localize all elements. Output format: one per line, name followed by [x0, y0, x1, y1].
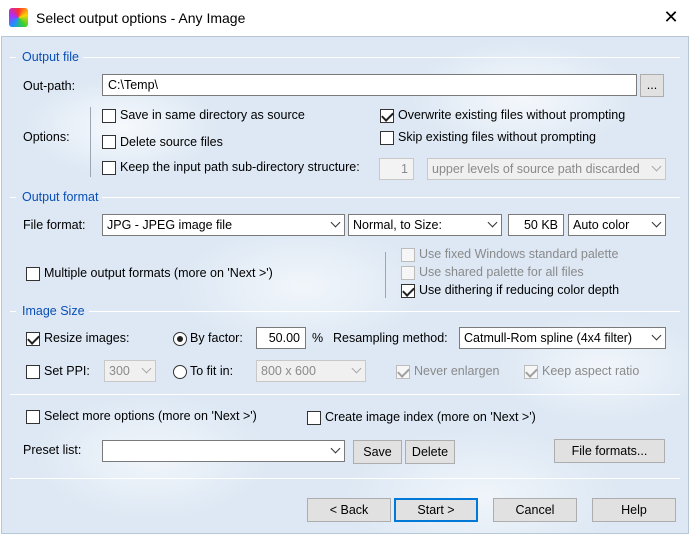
levels-dropdown[interactable]: upper levels of source path discarded	[427, 158, 666, 180]
by-factor-label: By factor:	[190, 331, 243, 345]
levels-dropdown-value: upper levels of source path discarded	[432, 162, 640, 176]
factor-input[interactable]: 50.00	[256, 327, 306, 349]
target-size-input[interactable]: 50 KB	[508, 214, 564, 236]
color-mode-dropdown[interactable]: Auto color	[568, 214, 666, 236]
title-bar: Select output options - Any Image ✕	[0, 0, 690, 36]
keep-aspect-checkbox[interactable]	[524, 365, 538, 379]
delete-source-label: Delete source files	[120, 135, 223, 149]
app-icon	[9, 8, 28, 27]
shared-palette-checkbox[interactable]	[401, 266, 415, 280]
footer-separator	[10, 478, 680, 479]
percent-label: %	[312, 331, 324, 345]
resampling-dropdown[interactable]: Catmull-Rom spline (4x4 filter)	[459, 327, 666, 349]
cancel-button[interactable]: Cancel	[493, 498, 577, 522]
levels-input[interactable]: 1	[379, 158, 414, 180]
preset-list-dropdown[interactable]	[102, 440, 345, 462]
file-format-value: JPG - JPEG image file	[107, 218, 233, 232]
delete-source-checkbox[interactable]	[102, 135, 116, 149]
create-index-checkbox[interactable]	[307, 411, 321, 425]
create-index-label: Create image index (more on 'Next >')	[325, 410, 536, 424]
resampling-value: Catmull-Rom spline (4x4 filter)	[464, 331, 633, 345]
palette-divider	[385, 252, 386, 298]
multiple-formats-checkbox[interactable]	[26, 267, 40, 281]
chevron-down-icon	[487, 217, 498, 228]
ppi-dropdown[interactable]: 300	[104, 360, 156, 382]
never-enlarge-label: Never enlargen	[414, 364, 500, 378]
more-options-checkbox[interactable]	[26, 410, 40, 424]
dialog-body: Output file Out-path: C:\Temp\ ... Optio…	[1, 36, 689, 534]
fit-size-value: 800 x 600	[261, 364, 316, 378]
back-button[interactable]: < Back	[307, 498, 391, 522]
color-mode-value: Auto color	[573, 218, 630, 232]
set-ppi-checkbox[interactable]	[26, 365, 40, 379]
overwrite-checkbox[interactable]	[380, 109, 394, 123]
fixed-palette-label: Use fixed Windows standard palette	[419, 247, 619, 261]
dithering-checkbox[interactable]	[401, 284, 415, 298]
save-same-dir-checkbox[interactable]	[102, 109, 116, 123]
options-label: Options:	[23, 130, 70, 144]
preset-delete-button[interactable]: Delete	[405, 440, 455, 464]
chevron-down-icon	[651, 330, 662, 341]
chevron-down-icon	[330, 217, 341, 228]
resize-images-checkbox[interactable]	[26, 332, 40, 346]
resize-images-label: Resize images:	[44, 331, 130, 345]
chevron-down-icon	[651, 161, 662, 172]
resampling-label: Resampling method:	[333, 331, 448, 345]
chevron-down-icon	[330, 443, 341, 454]
output-file-separator	[10, 57, 680, 58]
quality-mode-dropdown[interactable]: Normal, to Size:	[348, 214, 502, 236]
dialog-window: Select output options - Any Image ✕ Outp…	[0, 0, 690, 535]
more-options-label: Select more options (more on 'Next >')	[44, 409, 257, 423]
skip-existing-label: Skip existing files without prompting	[398, 130, 597, 144]
help-button[interactable]: Help	[592, 498, 676, 522]
overwrite-label: Overwrite existing files without prompti…	[398, 108, 626, 122]
start-button[interactable]: Start >	[394, 498, 478, 522]
save-same-dir-label: Save in same directory as source	[120, 108, 305, 122]
chevron-down-icon	[351, 363, 362, 374]
by-factor-radio[interactable]	[173, 332, 187, 346]
quality-mode-value: Normal, to Size:	[353, 218, 442, 232]
fixed-palette-checkbox[interactable]	[401, 248, 415, 262]
outpath-input[interactable]: C:\Temp\	[102, 74, 637, 96]
image-size-separator	[10, 311, 680, 312]
output-format-section-title: Output format	[16, 190, 103, 204]
never-enlarge-checkbox[interactable]	[396, 365, 410, 379]
window-title: Select output options - Any Image	[36, 10, 246, 26]
chevron-down-icon	[651, 217, 662, 228]
fit-size-dropdown[interactable]: 800 x 600	[256, 360, 366, 382]
file-format-label: File format:	[23, 218, 86, 232]
output-file-section-title: Output file	[16, 50, 83, 64]
file-formats-button[interactable]: File formats...	[554, 439, 665, 463]
preset-list-label: Preset list:	[23, 443, 82, 457]
dithering-label: Use dithering if reducing color depth	[419, 283, 620, 297]
close-icon[interactable]: ✕	[658, 4, 684, 30]
output-format-separator	[10, 197, 680, 198]
image-size-section-title: Image Size	[16, 304, 89, 318]
keep-aspect-label: Keep aspect ratio	[542, 364, 640, 378]
file-format-dropdown[interactable]: JPG - JPEG image file	[102, 214, 345, 236]
keep-structure-label: Keep the input path sub-directory struct…	[120, 160, 360, 174]
skip-existing-checkbox[interactable]	[380, 131, 394, 145]
browse-button[interactable]: ...	[640, 74, 664, 97]
ppi-value: 300	[109, 364, 130, 378]
options-divider	[90, 107, 91, 177]
shared-palette-label: Use shared palette for all files	[419, 265, 584, 279]
preset-save-button[interactable]: Save	[353, 440, 402, 464]
multiple-formats-label: Multiple output formats (more on 'Next >…	[44, 266, 273, 280]
keep-structure-checkbox[interactable]	[102, 161, 116, 175]
outpath-label: Out-path:	[23, 79, 76, 93]
set-ppi-label: Set PPI:	[44, 364, 90, 378]
chevron-down-icon	[141, 363, 152, 374]
extras-separator	[10, 394, 680, 395]
to-fit-in-radio[interactable]	[173, 365, 187, 379]
to-fit-in-label: To fit in:	[190, 364, 234, 378]
